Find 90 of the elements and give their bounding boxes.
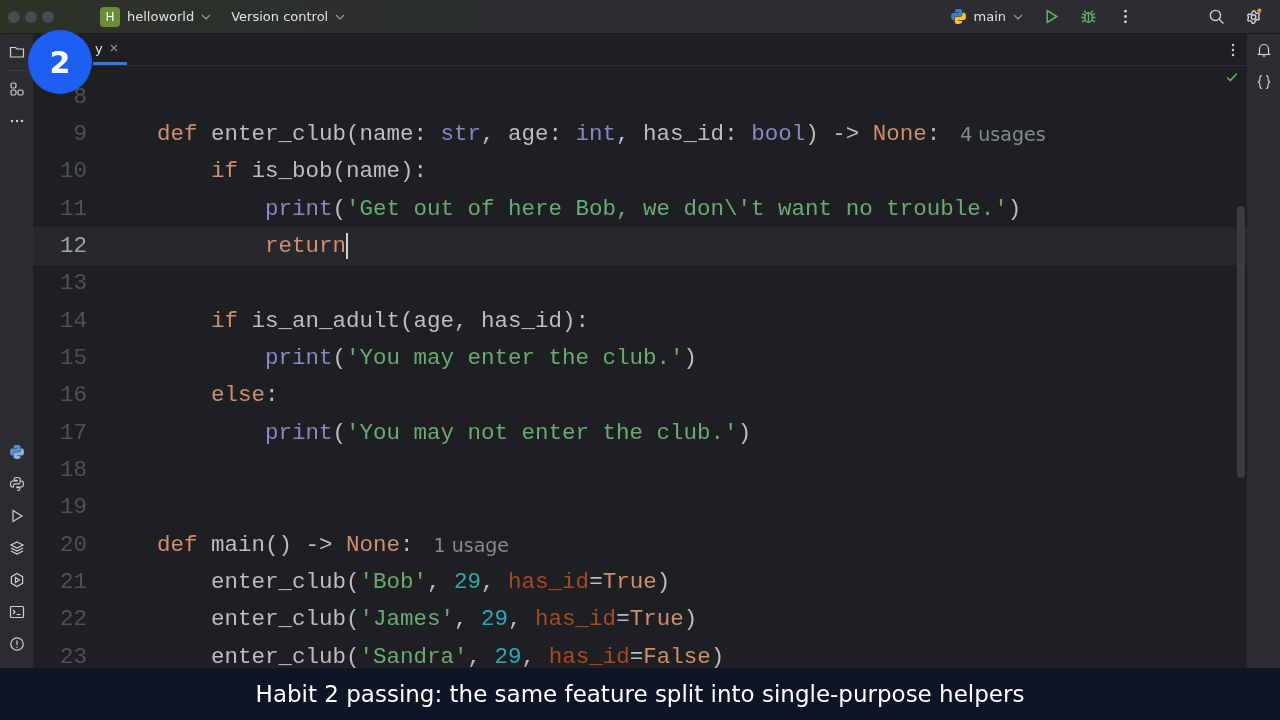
code-text: ) -> (805, 121, 861, 147)
code-text: is_an_adult(age, has_id): (251, 307, 590, 334)
keyword: else (210, 382, 266, 409)
python-icon[interactable] (8, 444, 25, 460)
code-text: , (508, 606, 523, 633)
code-text: enter_club( (210, 606, 360, 633)
code-text: , (427, 568, 442, 595)
string-literal: 'Bob' (359, 568, 428, 595)
caption-text: Habit 2 passing: the same feature split into single-purpose helpers (255, 681, 1025, 707)
code-text: , has_id: (616, 121, 739, 147)
terminal-icon[interactable] (8, 604, 25, 620)
code-text: ( (332, 344, 347, 371)
search-icon[interactable] (1208, 8, 1225, 25)
string-literal: 'You may not enter the club.' (346, 419, 738, 446)
run-configuration-menu[interactable]: main (941, 4, 1031, 29)
close-icon[interactable] (108, 43, 119, 53)
code-text: : (265, 382, 279, 409)
python-icon (949, 8, 967, 25)
string-literal: 'Get out of here Bob, we don\'t want no trouble.' (346, 195, 1008, 222)
builtin-name: int (575, 121, 617, 147)
code-text: : (926, 121, 941, 147)
problems-icon[interactable] (8, 636, 25, 652)
code-text: = (616, 606, 630, 633)
code-text: ) (710, 643, 725, 670)
keyword: False (643, 643, 711, 670)
usage-hint: 4 usages (960, 123, 1046, 145)
version-control-menu[interactable]: Version control (223, 5, 354, 28)
project-menu[interactable]: H helloworld (92, 2, 220, 31)
services-icon[interactable] (8, 572, 25, 588)
number-literal: 29 (454, 568, 482, 595)
keyword-argument: has_id (535, 606, 617, 633)
bug-icon[interactable] (1080, 8, 1097, 25)
code-text: enter_club( (210, 643, 360, 670)
keyword: if (210, 158, 239, 185)
code-text: = (629, 643, 644, 670)
keyword: True (602, 568, 657, 595)
builtin-name: print (264, 419, 333, 446)
number-literal: 29 (481, 606, 509, 633)
code-text: enter_club( (210, 568, 360, 595)
code-text: is_bob(name): (251, 158, 428, 185)
code-text: enter_club(name: (211, 121, 429, 147)
string-literal: 'James' (359, 606, 455, 633)
keyword: def (157, 121, 199, 147)
number-literal: 29 (494, 643, 522, 670)
builtin-name: print (264, 344, 333, 371)
folder-icon[interactable] (8, 44, 25, 60)
keyword: None (346, 531, 401, 558)
code-text: , (454, 606, 469, 633)
code-text: ) (683, 344, 698, 371)
string-literal: 'You may enter the club.' (346, 344, 684, 371)
keyword: if (210, 307, 239, 334)
keyword-argument: has_id (548, 643, 630, 670)
text-cursor (346, 232, 349, 259)
usage-hint: 1 usage (433, 533, 510, 556)
builtin-name: str (440, 121, 482, 147)
keyword: True (629, 606, 684, 633)
builtin-name: bool (751, 121, 806, 147)
python-console-icon[interactable] (8, 476, 25, 492)
bell-icon[interactable] (1255, 42, 1272, 58)
code-text: ( (332, 195, 347, 222)
code-text: ) (1007, 195, 1022, 222)
code-text: ) (683, 606, 698, 633)
code-text: ) (656, 568, 671, 595)
structure-icon[interactable] (8, 81, 25, 97)
code-text: , (467, 643, 483, 670)
project-avatar: H (100, 6, 120, 27)
keyword: None (872, 121, 927, 147)
chevron-icon (335, 13, 346, 20)
check-icon (1225, 70, 1239, 84)
keyword: return (264, 232, 347, 259)
scrollbar[interactable] (1237, 206, 1245, 478)
layers-icon[interactable] (8, 540, 25, 556)
code-text: main() -> (211, 531, 334, 558)
file-tab[interactable]: y (93, 34, 127, 65)
code-text: = (589, 568, 603, 595)
code-text: , (481, 568, 496, 595)
string-literal: 'Sandra' (359, 643, 468, 670)
keyword-argument: has_id (508, 568, 590, 595)
chevron-icon (1013, 13, 1023, 20)
keyword: def (157, 531, 199, 558)
code-text: : (400, 531, 414, 558)
builtin-name: print (264, 195, 333, 222)
code-text: ( (332, 419, 347, 446)
braces-icon[interactable] (1255, 74, 1272, 90)
code-text: , (521, 643, 537, 670)
code-text: , age: (481, 121, 564, 147)
code-text: ) (737, 419, 752, 446)
settings-icon[interactable] (1245, 8, 1262, 25)
chevron-icon (201, 13, 212, 20)
line-number: 12 (59, 232, 87, 259)
